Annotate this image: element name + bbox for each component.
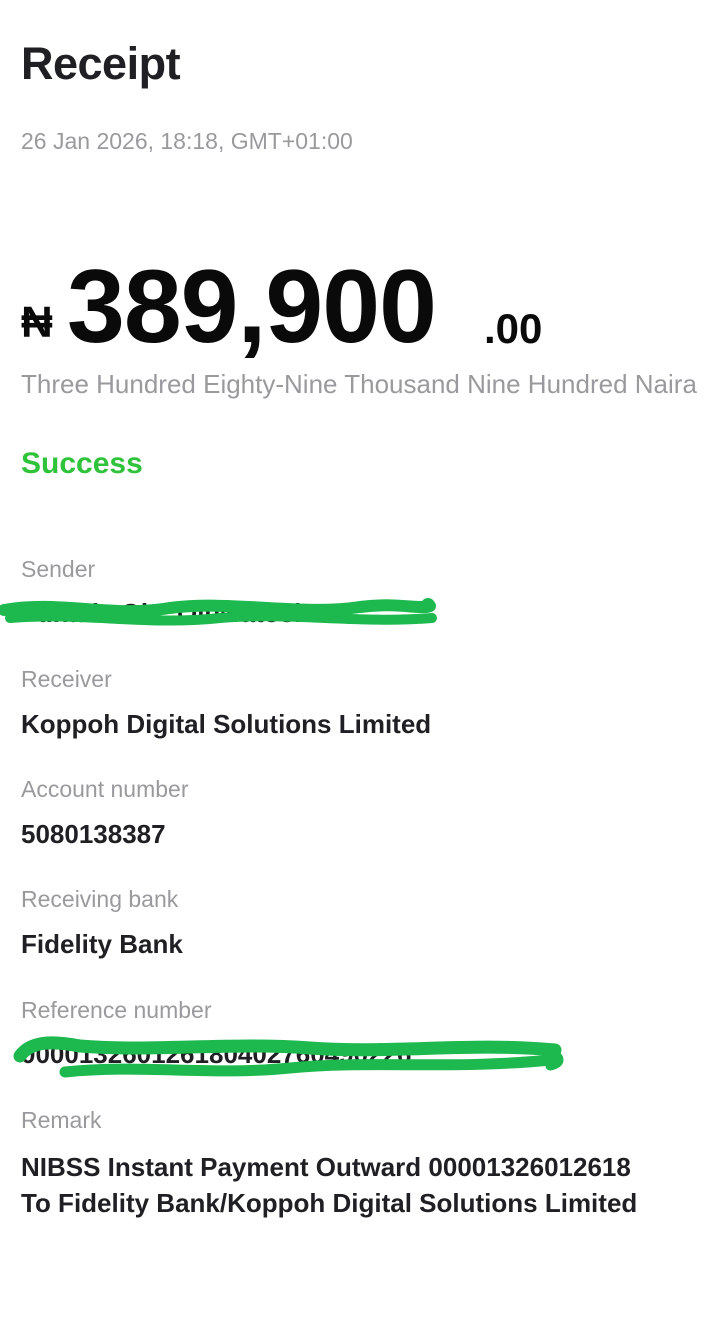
page-title: Receipt (21, 38, 181, 89)
sender-label: Sender (21, 556, 96, 582)
amount-in-words: Three Hundred Eighty-Nine Thousand Nine … (21, 369, 697, 399)
receiver-value: Koppoh Digital Solutions Limited (21, 709, 432, 739)
reference-number-value: 000013260126180402760490226 (21, 1039, 412, 1069)
receiving-bank-value: Fidelity Bank (21, 929, 183, 959)
amount-whole: 389,900 (67, 249, 437, 365)
transaction-datetime: 26 Jan 2026, 18:18, GMT+01:00 (21, 128, 353, 154)
remark-line-1: NIBSS Instant Payment Outward 0000132601… (21, 1152, 631, 1182)
status-badge: Success (21, 447, 143, 480)
reference-number-label: Reference number (21, 997, 212, 1023)
remark-line-2: To Fidelity Bank/Koppoh Digital Solution… (21, 1188, 638, 1218)
account-number-label: Account number (21, 776, 189, 802)
receiver-label: Receiver (21, 666, 112, 692)
amount-decimal: .00 (484, 305, 543, 352)
account-number-value: 5080138387 (21, 819, 166, 849)
remark-label: Remark (21, 1107, 102, 1133)
currency-symbol: ₦ (21, 298, 53, 347)
receiving-bank-label: Receiving bank (21, 886, 179, 912)
sender-value: Funade Ol... Oluwatosin (21, 598, 318, 628)
remark-value: NIBSS Instant Payment Outward 0000132601… (21, 1149, 716, 1221)
